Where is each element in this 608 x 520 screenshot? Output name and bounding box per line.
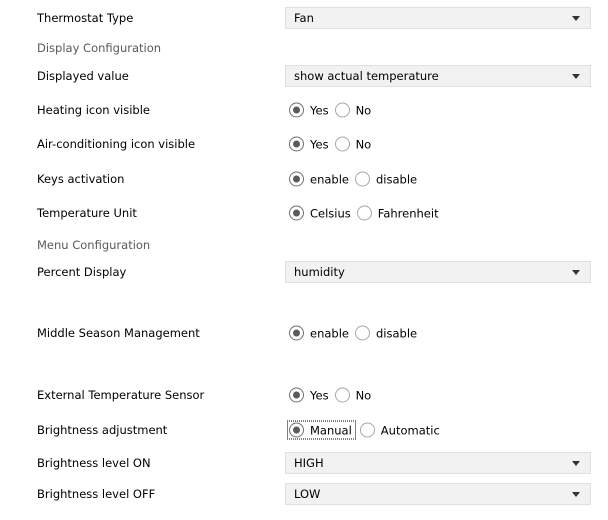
- keys-activation-disable-option[interactable]: disable: [354, 171, 417, 187]
- keys-activation-disable-label[interactable]: disable: [376, 172, 417, 186]
- ac-icon-yes-option[interactable]: Yes: [289, 136, 329, 152]
- brightness-adjustment-row: Brightness adjustment Manual Automatic: [0, 418, 608, 442]
- temperature-unit-fahrenheit-option[interactable]: Fahrenheit: [356, 205, 439, 221]
- brightness-adjustment-manual-option[interactable]: Manual: [287, 420, 356, 440]
- external-sensor-yes-label[interactable]: Yes: [310, 388, 329, 402]
- temperature-unit-celsius-label[interactable]: Celsius: [310, 206, 351, 220]
- radio-selected-icon[interactable]: [289, 102, 304, 118]
- radio-selected-icon[interactable]: [289, 136, 304, 152]
- keys-activation-label: Keys activation: [37, 172, 125, 186]
- ac-icon-no-option[interactable]: No: [334, 136, 372, 152]
- middle-season-enable-label[interactable]: enable: [310, 326, 349, 340]
- middle-season-row: Middle Season Management enable disable: [0, 321, 608, 345]
- brightness-adjustment-automatic-label[interactable]: Automatic: [381, 423, 440, 437]
- brightness-adjustment-radio-group: Manual Automatic: [287, 420, 446, 440]
- radio-selected-icon[interactable]: [289, 205, 304, 221]
- external-sensor-no-label[interactable]: No: [356, 388, 372, 402]
- brightness-adjustment-automatic-option[interactable]: Automatic: [359, 422, 440, 438]
- chevron-down-icon: [572, 492, 580, 497]
- ac-icon-label: Air-conditioning icon visible: [37, 137, 196, 151]
- displayed-value-select[interactable]: show actual temperature: [285, 65, 591, 87]
- chevron-down-icon: [572, 74, 580, 79]
- displayed-value-row: Displayed value show actual temperature: [0, 64, 608, 88]
- displayed-value-label: Displayed value: [37, 69, 129, 83]
- radio-unselected-icon[interactable]: [354, 171, 370, 187]
- radio-unselected-icon[interactable]: [354, 325, 370, 341]
- thermostat-type-select[interactable]: Fan: [285, 7, 591, 29]
- percent-display-label: Percent Display: [37, 265, 127, 279]
- brightness-on-value: HIGH: [294, 456, 324, 470]
- brightness-off-row: Brightness level OFF LOW: [0, 482, 608, 506]
- external-sensor-radio-group: Yes No: [289, 387, 377, 403]
- heating-icon-yes-option[interactable]: Yes: [289, 102, 329, 118]
- brightness-adjustment-manual-label[interactable]: Manual: [310, 423, 352, 437]
- keys-activation-enable-option[interactable]: enable: [289, 171, 349, 187]
- brightness-on-label: Brightness level ON: [37, 456, 151, 470]
- keys-activation-row: Keys activation enable disable: [0, 167, 608, 191]
- keys-activation-radio-group: enable disable: [289, 171, 423, 187]
- radio-selected-icon[interactable]: [289, 422, 304, 438]
- radio-selected-icon[interactable]: [289, 171, 304, 187]
- chevron-down-icon: [572, 16, 580, 21]
- ac-icon-no-label[interactable]: No: [356, 137, 372, 151]
- radio-unselected-icon[interactable]: [334, 102, 350, 118]
- external-sensor-label: External Temperature Sensor: [37, 388, 205, 402]
- temperature-unit-celsius-option[interactable]: Celsius: [289, 205, 351, 221]
- percent-display-select[interactable]: humidity: [285, 261, 591, 283]
- radio-selected-icon[interactable]: [289, 387, 304, 403]
- temperature-unit-label: Temperature Unit: [37, 206, 137, 220]
- temperature-unit-fahrenheit-label[interactable]: Fahrenheit: [378, 206, 439, 220]
- middle-season-enable-option[interactable]: enable: [289, 325, 349, 341]
- brightness-on-row: Brightness level ON HIGH: [0, 451, 608, 475]
- temperature-unit-radio-group: Celsius Fahrenheit: [289, 205, 445, 221]
- heating-icon-no-option[interactable]: No: [334, 102, 372, 118]
- middle-season-radio-group: enable disable: [289, 325, 423, 341]
- menu-configuration-heading: Menu Configuration: [37, 238, 151, 252]
- middle-season-label: Middle Season Management: [37, 326, 200, 340]
- ac-icon-row: Air-conditioning icon visible Yes No: [0, 132, 608, 156]
- radio-unselected-icon[interactable]: [356, 205, 372, 221]
- ac-icon-yes-label[interactable]: Yes: [310, 137, 329, 151]
- temperature-unit-row: Temperature Unit Celsius Fahrenheit: [0, 201, 608, 225]
- displayed-value-value: show actual temperature: [294, 69, 439, 83]
- percent-display-row: Percent Display humidity: [0, 260, 608, 284]
- heating-icon-label: Heating icon visible: [37, 103, 150, 117]
- heating-icon-no-label[interactable]: No: [356, 103, 372, 117]
- external-sensor-yes-option[interactable]: Yes: [289, 387, 329, 403]
- brightness-on-select[interactable]: HIGH: [285, 452, 591, 474]
- thermostat-type-value: Fan: [294, 11, 314, 25]
- chevron-down-icon: [572, 270, 580, 275]
- radio-unselected-icon[interactable]: [359, 422, 375, 438]
- radio-selected-icon[interactable]: [289, 325, 304, 341]
- brightness-off-select[interactable]: LOW: [285, 483, 591, 505]
- brightness-adjustment-label: Brightness adjustment: [37, 423, 168, 437]
- chevron-down-icon: [572, 461, 580, 466]
- thermostat-type-row: Thermostat Type Fan: [0, 6, 608, 30]
- external-sensor-no-option[interactable]: No: [334, 387, 372, 403]
- ac-icon-radio-group: Yes No: [289, 136, 377, 152]
- radio-unselected-icon[interactable]: [334, 136, 350, 152]
- heating-icon-row: Heating icon visible Yes No: [0, 98, 608, 122]
- percent-display-value: humidity: [294, 265, 345, 279]
- brightness-off-label: Brightness level OFF: [37, 487, 156, 501]
- middle-season-disable-option[interactable]: disable: [354, 325, 417, 341]
- heating-icon-yes-label[interactable]: Yes: [310, 103, 329, 117]
- radio-unselected-icon[interactable]: [334, 387, 350, 403]
- thermostat-type-label: Thermostat Type: [37, 11, 134, 25]
- display-configuration-heading: Display Configuration: [37, 41, 162, 55]
- brightness-off-value: LOW: [294, 487, 321, 501]
- external-sensor-row: External Temperature Sensor Yes No: [0, 383, 608, 407]
- middle-season-disable-label[interactable]: disable: [376, 326, 417, 340]
- heating-icon-radio-group: Yes No: [289, 102, 377, 118]
- keys-activation-enable-label[interactable]: enable: [310, 172, 349, 186]
